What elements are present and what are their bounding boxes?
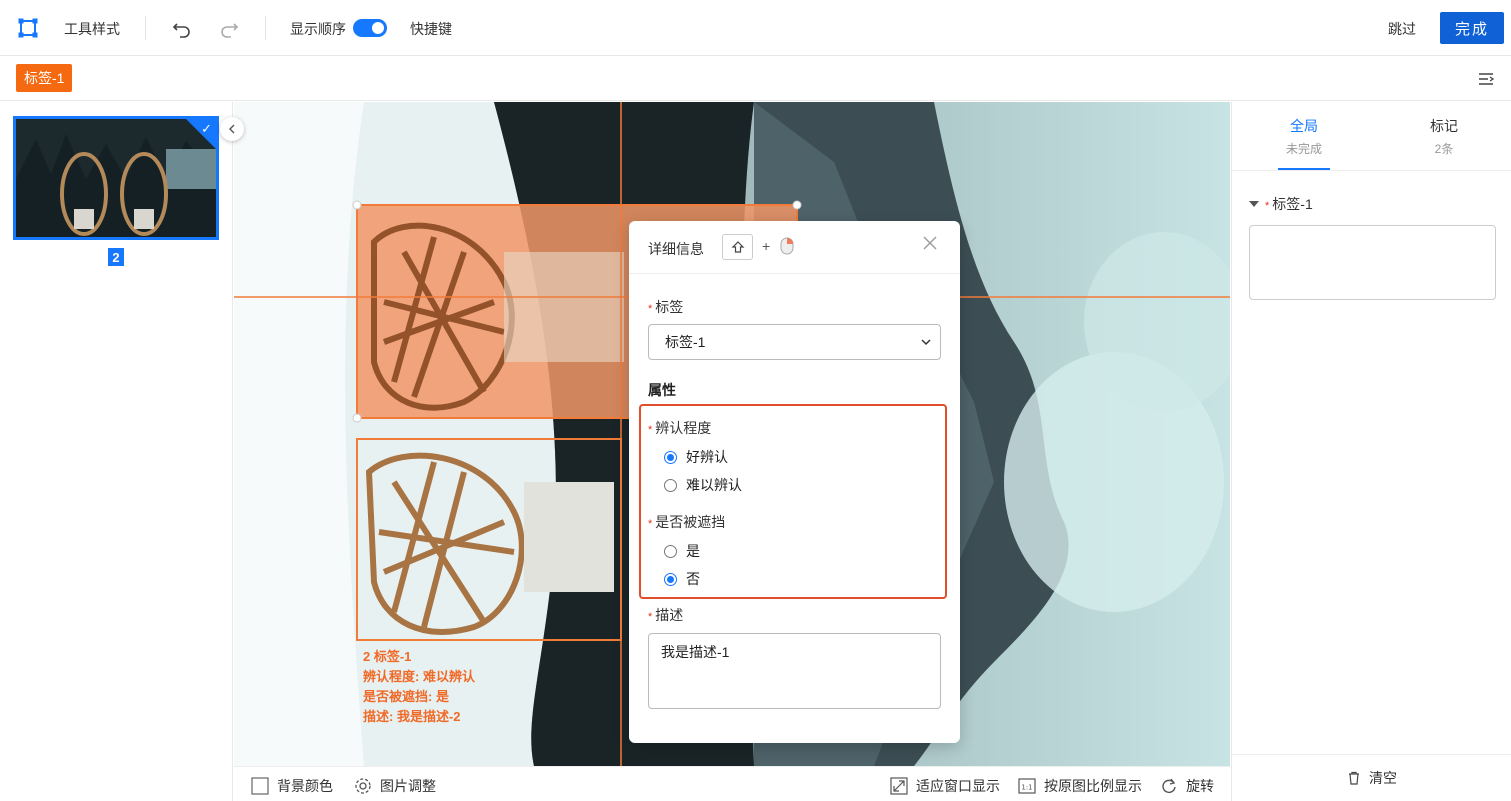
overlay-line: 2 标签-1 [363, 649, 412, 664]
image-adjust-button[interactable]: 图片调整 [354, 776, 436, 796]
canvas-bottom-toolbar: 背景颜色 图片调整 适应窗口显示 1:1 按原图比例显示 旋转 [234, 766, 1230, 801]
rect-tool-icon[interactable] [18, 18, 38, 38]
overlay-line: 描述: 我是描述-2 [363, 709, 461, 724]
radio-label: 好辨认 [686, 449, 728, 465]
ratio-icon: 1:1 [1018, 778, 1036, 794]
radio-button[interactable] [664, 450, 677, 464]
trash-icon [1349, 771, 1359, 785]
undo-icon[interactable] [170, 16, 194, 40]
overlay-line: 辨认程度: 难以辨认 [363, 669, 475, 684]
radio-yes[interactable]: 是 [664, 541, 700, 561]
radio-label: 难以辨认 [686, 477, 742, 493]
description-title: * 描述 [648, 607, 684, 623]
rotate-icon [1162, 778, 1176, 793]
popup-header: 详细信息 + [629, 221, 960, 274]
radio-button[interactable] [664, 478, 677, 492]
gear-icon [355, 778, 371, 794]
popup-title: 详细信息 [648, 241, 704, 257]
show-order-toggle[interactable] [353, 19, 387, 37]
label-field-title: * 标签 [648, 299, 684, 315]
skip-button[interactable]: 跳过 [1388, 19, 1416, 39]
redo-icon[interactable] [217, 16, 241, 40]
show-order-label: 显示顺序 [290, 21, 346, 37]
background-color-button[interactable]: 背景颜色 [251, 776, 333, 796]
right-panel: 全局 未完成 标记 2条 * 标签-1 清空 [1231, 102, 1511, 801]
radio-label: 是 [686, 543, 700, 559]
chevron-down-icon [921, 339, 931, 346]
close-icon[interactable] [921, 234, 939, 252]
label-select-value: 标签-1 [665, 334, 706, 350]
tab-global-status: 未完成 [1285, 142, 1322, 156]
occluded-label: 是否被遮挡 [655, 514, 726, 530]
label-bar: 标签-1 [0, 57, 1511, 101]
radio-button[interactable] [664, 572, 677, 586]
fit-window-label: 适应窗口显示 [916, 778, 1000, 794]
thumbnail-number: 2 [108, 248, 124, 266]
shift-key-icon [722, 234, 753, 260]
radio-easy[interactable]: 好辨认 [664, 447, 728, 467]
plus-sign: + [762, 238, 771, 254]
label-select[interactable]: 标签-1 [648, 324, 941, 360]
attributes-title: 属性 [648, 382, 676, 398]
tab-marks-label: 标记 [1430, 118, 1458, 134]
radio-no[interactable]: 否 [664, 569, 700, 589]
tab-marks-count: 2条 [1434, 142, 1454, 156]
shortcuts-button[interactable]: 快捷键 [410, 19, 452, 39]
label-field-text: 标签 [655, 299, 684, 315]
original-ratio-button[interactable]: 1:1 按原图比例显示 [1018, 776, 1142, 796]
rotate-label: 旋转 [1186, 778, 1214, 794]
global-label-item[interactable]: * 标签-1 [1249, 194, 1313, 214]
description-textarea[interactable]: 我是描述-1 [648, 633, 941, 709]
radio-button[interactable] [664, 544, 677, 558]
detail-popup: 详细信息 + * 标签 标签-1 属性 * 辨认程度 好辨认 难以辨认 * 是否被遮挡… [629, 221, 960, 743]
tool-style-button[interactable]: 工具样式 [64, 19, 120, 39]
occluded-title: * 是否被遮挡 [648, 514, 726, 530]
global-textarea[interactable] [1249, 225, 1496, 300]
recognizability-title: * 辨认程度 [648, 420, 712, 436]
divider [145, 16, 146, 40]
menu-collapse-icon[interactable] [1477, 70, 1495, 88]
rotate-button[interactable]: 旋转 [1160, 776, 1214, 796]
tab-global-label: 全局 [1290, 118, 1318, 134]
mouse-right-click-icon [780, 237, 794, 255]
clear-label: 清空 [1369, 770, 1397, 786]
tab-marks[interactable]: 标记 2条 [1404, 116, 1484, 157]
recognizability-label: 辨认程度 [655, 420, 712, 436]
check-icon: ✓ [201, 121, 212, 136]
description-label: 描述 [655, 607, 684, 623]
image-adjust-label: 图片调整 [380, 778, 436, 794]
svg-text:1:1: 1:1 [1021, 784, 1032, 792]
chevron-left-icon [229, 124, 235, 134]
global-label-text: 标签-1 [1272, 196, 1313, 212]
label-chip[interactable]: 标签-1 [16, 64, 73, 92]
top-toolbar: 工具样式 显示顺序 快捷键 跳过 完成 [0, 0, 1511, 56]
clear-button[interactable]: 清空 [1232, 754, 1511, 801]
divider [1232, 170, 1511, 171]
original-ratio-label: 按原图比例显示 [1044, 778, 1142, 794]
collapse-panel-button[interactable] [220, 117, 244, 141]
expand-icon [890, 777, 908, 795]
background-color-icon [251, 777, 269, 795]
active-tab-indicator [1278, 168, 1330, 170]
divider [265, 16, 266, 40]
radio-label: 否 [686, 571, 700, 587]
overlay-line: 是否被遮挡: 是 [363, 689, 449, 704]
tab-global[interactable]: 全局 未完成 [1264, 116, 1344, 157]
annotation-overlay-text: 2 标签-1 辨认程度: 难以辨认 是否被遮挡: 是 描述: 我是描述-2 [363, 647, 475, 727]
thumbnail-panel: ✓ 2 [0, 102, 233, 801]
radio-hard[interactable]: 难以辨认 [664, 475, 742, 495]
caret-down-icon [1249, 201, 1259, 207]
done-button[interactable]: 完成 [1440, 12, 1504, 44]
background-color-label: 背景颜色 [277, 778, 333, 794]
fit-window-button[interactable]: 适应窗口显示 [890, 776, 1000, 796]
thumbnail-image[interactable]: ✓ [13, 116, 219, 240]
